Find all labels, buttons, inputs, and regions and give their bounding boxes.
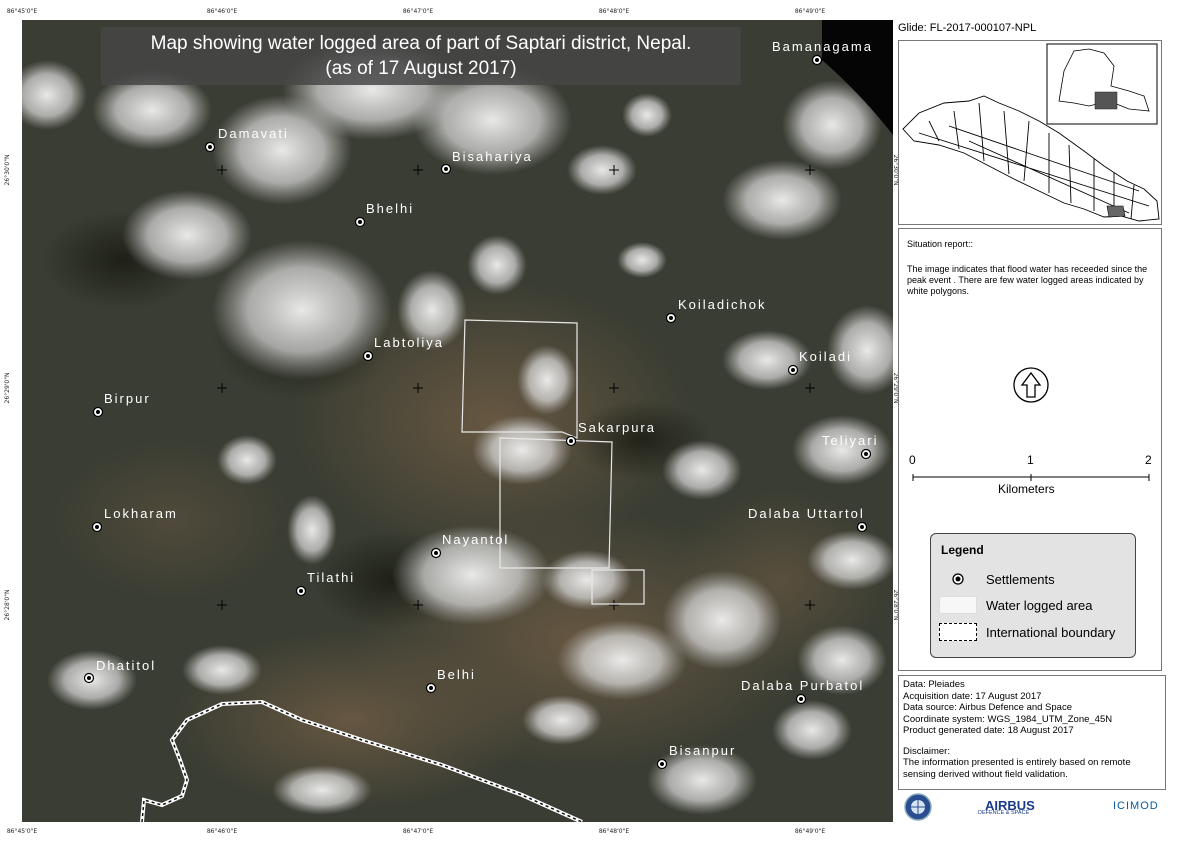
info-coord-system: Coordinate system: WGS_1984_UTM_Zone_45N xyxy=(903,713,1113,725)
charter-logo-icon xyxy=(904,793,932,821)
map-title-line1: Map showing water logged area of part of… xyxy=(150,33,692,54)
airbus-logo-subtitle: DEFENCE & SPACE xyxy=(978,810,1030,816)
settlement-label: Dhatitol xyxy=(96,658,156,673)
info-generated: Product generated date: 18 August 2017 xyxy=(903,725,1074,736)
legend-label: Water logged area xyxy=(986,597,1093,613)
info-data: Data: Pleiades xyxy=(903,679,965,690)
info-source: Data source: Airbus Defence and Space xyxy=(903,702,1072,713)
locator-map-panel xyxy=(898,40,1162,225)
north-arrow-icon xyxy=(1013,367,1049,403)
settlement-label: Bisanpur xyxy=(669,743,736,758)
coord-label-left: 26°28'0"N xyxy=(3,589,11,621)
settlement-label: Damavati xyxy=(218,126,289,141)
boundary-symbol-icon xyxy=(939,623,977,641)
coord-label-bottom: 86°46'0"E xyxy=(206,828,238,835)
settlement-label: Nayantol xyxy=(442,532,509,547)
legend: Legend Settlements Water logged area Int… xyxy=(930,533,1136,658)
settlement-symbol-icon xyxy=(939,570,977,588)
scale-tick-2: 2 xyxy=(1145,453,1152,467)
map-title-line2: (as of 17 August 2017) xyxy=(325,58,517,79)
legend-label: International boundary xyxy=(986,624,1116,640)
inset-frame xyxy=(1046,43,1158,125)
coord-label-top: 86°48'0"E xyxy=(598,8,630,15)
settlement-label: Labtoliya xyxy=(374,335,444,350)
coord-label-left: 26°30'0"N xyxy=(3,154,11,186)
settlement-label: Koiladi xyxy=(799,349,852,364)
settlement-label: Koiladichok xyxy=(678,297,767,312)
coord-label-bottom: 86°47'0"E xyxy=(402,828,434,835)
saptari-highlight xyxy=(1106,205,1126,218)
map-canvas: Bamanagama Damavati Bisahariya Bhelhi Ko… xyxy=(22,20,893,822)
legend-item-boundary: International boundary xyxy=(939,622,1115,642)
legend-item-water: Water logged area xyxy=(939,595,1092,615)
legend-item-settlements: Settlements xyxy=(939,569,1055,589)
coord-label-top: 86°45'0"E xyxy=(6,8,38,15)
settlement-label: Sakarpura xyxy=(578,420,656,435)
disclaimer-heading: Disclaimer: xyxy=(903,745,950,757)
settlement-label: Bamanagama xyxy=(772,39,873,54)
settlement-label: Tilathi xyxy=(307,570,355,585)
coord-label-bottom: 86°48'0"E xyxy=(598,828,630,835)
situation-report: Situation report:: The image indicates t… xyxy=(899,229,1161,297)
disclaimer-text: The information presented is entirely ba… xyxy=(903,757,1131,780)
scale-tick-1: 1 xyxy=(1027,453,1034,467)
settlement-label: Dalaba Purbatol xyxy=(741,678,864,693)
settlement-label: Bhelhi xyxy=(366,201,414,216)
metadata-text: Data: Pleiades Acquisition date: 17 Augu… xyxy=(899,676,1165,783)
water-symbol-icon xyxy=(939,596,977,614)
situation-heading: Situation report:: xyxy=(907,239,974,249)
glide-number: Glide: FL-2017-000107-NPL xyxy=(898,22,1037,34)
settlement-label: Teliyari xyxy=(822,433,878,448)
coord-label-top: 86°47'0"E xyxy=(402,8,434,15)
nepal-locator-map xyxy=(902,43,1160,222)
settlement-label: Bisahariya xyxy=(452,149,533,164)
coord-label-top: 86°46'0"E xyxy=(206,8,238,15)
coord-label-bottom: 86°45'0"E xyxy=(6,828,38,835)
settlement-label: Birpur xyxy=(104,391,151,406)
inset-extent xyxy=(1094,91,1118,110)
settlement-label: Lokharam xyxy=(104,506,178,521)
settlement-label: Dalaba Uttartol xyxy=(748,506,865,521)
coord-label-bottom: 86°49'0"E xyxy=(794,828,826,835)
scale-tick-0: 0 xyxy=(909,453,916,467)
coord-label-left: 26°29'0"N xyxy=(3,372,11,404)
settlement-label: Belhi xyxy=(437,667,476,682)
situation-text: The image indicates that flood water has… xyxy=(907,264,1148,296)
coord-label-top: 86°49'0"E xyxy=(794,8,826,15)
map-title: Map showing water logged area of part of… xyxy=(101,27,741,85)
scale-unit: Kilometers xyxy=(998,482,1055,496)
legend-title: Legend xyxy=(941,543,984,557)
metadata-panel: Data: Pleiades Acquisition date: 17 Augu… xyxy=(898,675,1166,790)
icimod-logo: ICIMOD xyxy=(1113,800,1159,812)
legend-label: Settlements xyxy=(986,571,1055,587)
info-acquisition: Acquisition date: 17 August 2017 xyxy=(903,690,1042,702)
satellite-map[interactable]: Bamanagama Damavati Bisahariya Bhelhi Ko… xyxy=(22,20,893,822)
